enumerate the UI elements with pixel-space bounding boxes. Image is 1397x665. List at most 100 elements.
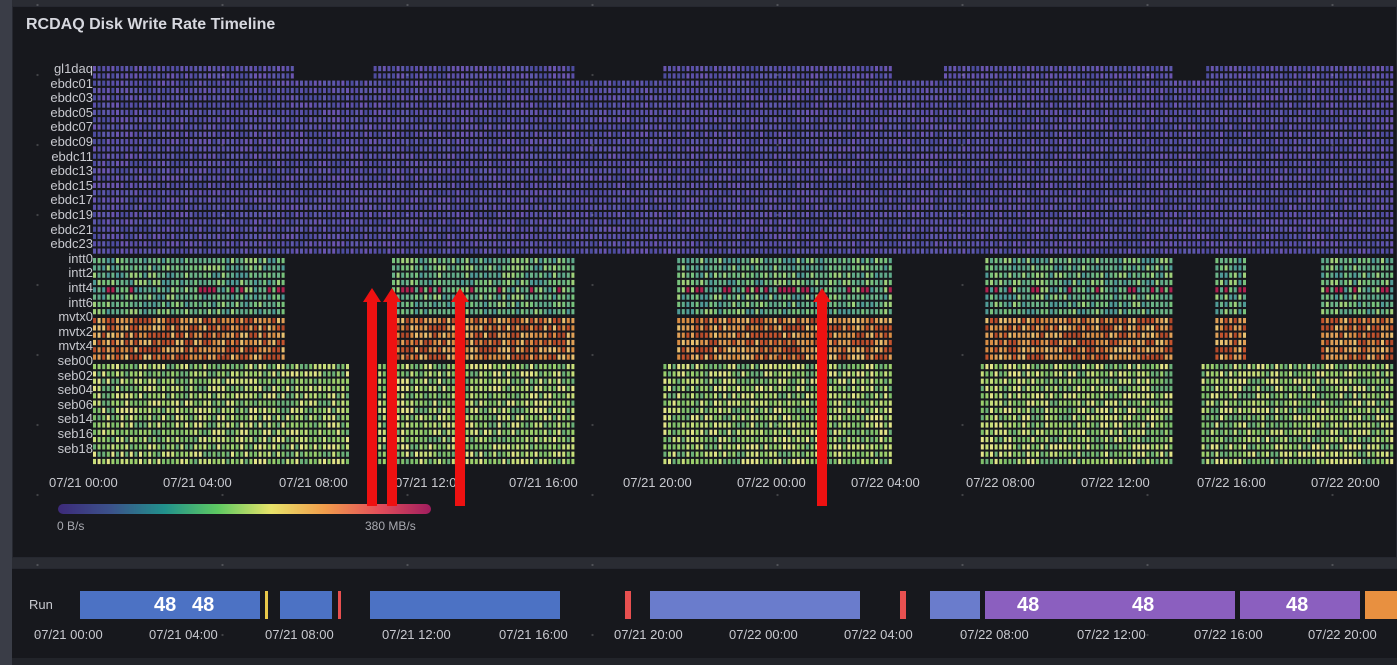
heatmap-cell — [949, 154, 952, 159]
heatmap-cell — [691, 161, 694, 166]
heatmap-cell — [341, 95, 344, 100]
heatmap-cell — [553, 146, 556, 151]
heatmap-cell — [1054, 183, 1057, 188]
heatmap-cell — [930, 161, 933, 166]
heatmap-cell — [1008, 190, 1011, 195]
heatmap-cell — [1008, 81, 1011, 86]
heatmap-cell — [562, 146, 565, 151]
heatmap-cell — [277, 190, 280, 195]
heatmap-cell — [806, 183, 809, 188]
heatmap-cell — [240, 124, 243, 129]
heatmap-cell — [507, 132, 510, 137]
heatmap-cell — [236, 176, 239, 181]
heatmap-cell — [829, 110, 832, 115]
heatmap-cell — [300, 176, 303, 181]
heatmap-cell — [300, 81, 303, 86]
heatmap-cell — [1261, 117, 1264, 122]
heatmap-cell — [613, 183, 616, 188]
heatmap-cell — [815, 117, 818, 122]
heatmap-cell — [456, 146, 459, 151]
heatmap-cell — [893, 168, 896, 173]
heatmap-cell — [1202, 190, 1205, 195]
heatmap-cell — [369, 81, 372, 86]
heatmap-cell — [1105, 66, 1108, 71]
heatmap-cell — [1289, 73, 1292, 78]
heatmap-cell — [176, 110, 179, 115]
heatmap-cell — [1257, 154, 1260, 159]
heatmap-cell — [1133, 81, 1136, 86]
heatmap-cell — [880, 176, 883, 181]
heatmap-cell — [1022, 110, 1025, 115]
heatmap-cell — [995, 73, 998, 78]
heatmap-cell — [351, 132, 354, 137]
heatmap-cell — [829, 66, 832, 71]
heatmap-cell — [958, 88, 961, 93]
heatmap-cell — [1013, 168, 1016, 173]
heatmap-cell — [1215, 154, 1218, 159]
heatmap-cell — [268, 183, 271, 188]
heatmap-cell — [479, 161, 482, 166]
heatmap-cell — [1114, 95, 1117, 100]
heatmap-cell — [1022, 88, 1025, 93]
heatmap-cell — [1321, 183, 1324, 188]
heatmap-cell — [171, 176, 174, 181]
heatmap-cell — [1372, 168, 1375, 173]
heatmap-cell — [921, 190, 924, 195]
heatmap-cell — [944, 161, 947, 166]
heatmap-cell — [1386, 66, 1389, 71]
heatmap-cell — [972, 110, 975, 115]
heatmap-cell — [691, 110, 694, 115]
heatmap-cell — [1289, 168, 1292, 173]
heatmap-cell — [834, 81, 837, 86]
heatmap-cell — [1123, 117, 1126, 122]
heatmap-cell — [1064, 81, 1067, 86]
heatmap-cell — [1238, 95, 1241, 100]
heatmap-cell — [378, 146, 381, 151]
heatmap-cell — [1183, 176, 1186, 181]
heatmap-cell — [1261, 88, 1264, 93]
heatmap-cell — [1330, 117, 1333, 122]
heatmap-cell — [907, 103, 910, 108]
heatmap-cell — [374, 66, 377, 71]
heatmap-cell — [604, 139, 607, 144]
heatmap-cell — [1041, 88, 1044, 93]
heatmap-cell — [861, 95, 864, 100]
heatmap-cell — [723, 81, 726, 86]
heatmap-cell — [282, 132, 285, 137]
heatmap-cell — [1372, 88, 1375, 93]
heatmap-cell — [254, 103, 257, 108]
heatmap-cell — [153, 73, 156, 78]
heatmap-cell — [263, 95, 266, 100]
heatmap-cell — [245, 161, 248, 166]
heatmap-cell — [1018, 139, 1021, 144]
heatmap-cell — [139, 110, 142, 115]
heatmap-cell — [479, 176, 482, 181]
heatmap-cell — [709, 161, 712, 166]
heatmap-cell — [737, 66, 740, 71]
heatmap-cell — [654, 168, 657, 173]
heatmap-cell — [700, 88, 703, 93]
heatmap-cell — [691, 124, 694, 129]
heatmap-cell — [1335, 66, 1338, 71]
heatmap-cell — [847, 73, 850, 78]
heatmap-cell — [1206, 176, 1209, 181]
heatmap-cell — [300, 183, 303, 188]
heatmap-cell — [452, 117, 455, 122]
heatmap-cell — [171, 139, 174, 144]
heatmap-cell — [1004, 176, 1007, 181]
heatmap-cell — [1353, 103, 1356, 108]
heatmap-cell — [1344, 176, 1347, 181]
heatmap-cell — [944, 88, 947, 93]
heatmap-cell — [999, 132, 1002, 137]
heatmap-cell — [318, 168, 321, 173]
heatmap-cell — [1206, 81, 1209, 86]
heatmap-cell — [507, 176, 510, 181]
heatmap-cell — [1151, 132, 1154, 137]
heatmap-cell — [144, 73, 147, 78]
heatmap-cell — [926, 168, 929, 173]
heatmap-cell — [562, 132, 565, 137]
heatmap-cell — [378, 95, 381, 100]
heatmap-cell — [590, 161, 593, 166]
heatmap-cell — [305, 88, 308, 93]
heatmap-cell — [171, 146, 174, 151]
